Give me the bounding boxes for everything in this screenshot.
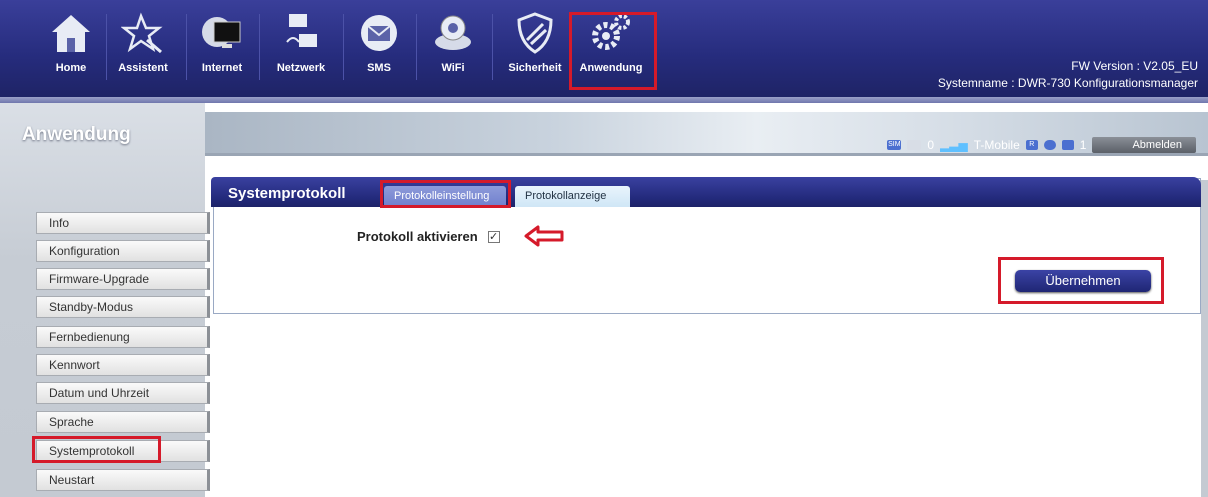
nav-anwendung[interactable]: Anwendung — [576, 8, 646, 88]
globe-monitor-icon — [202, 17, 241, 48]
sidebar-item-datum-und-uhrzeit[interactable]: Datum und Uhrzeit — [36, 382, 210, 404]
sidebar-item-sprache[interactable]: Sprache — [36, 411, 210, 433]
sidebar-item-firmware-upgrade[interactable]: Firmware-Upgrade — [36, 268, 210, 290]
gears-icon — [592, 14, 630, 50]
log-enable-checkbox[interactable]: ✓ — [487, 230, 500, 243]
nav-home-label: Home — [55, 62, 87, 74]
nav-internet[interactable]: Internet — [195, 8, 249, 88]
nav-netzwerk-label: Netzwerk — [276, 62, 326, 74]
sidebar-item-systemprotokoll[interactable]: Systemprotokoll — [36, 440, 210, 462]
sms-icon — [907, 140, 922, 150]
header-info: FW Version : V2.05_EU Systemname : DWR-7… — [938, 58, 1198, 92]
nav-divider — [259, 14, 260, 80]
fw-version: FW Version : V2.05_EU — [1071, 59, 1198, 73]
globe-icon — [1043, 140, 1056, 150]
nav-home[interactable]: Home — [44, 8, 98, 88]
nav-divider — [416, 14, 417, 80]
nav-assistent[interactable]: Assistent — [110, 8, 176, 88]
sidebar-item-neustart[interactable]: Neustart — [36, 469, 210, 491]
wizard-icon — [121, 12, 163, 54]
nav-divider — [492, 14, 493, 80]
nav-sms-label: SMS — [367, 62, 391, 74]
sms-count: 0 — [927, 138, 935, 152]
nav-sicherheit[interactable]: Sicherheit — [502, 8, 568, 88]
network-icon — [286, 14, 317, 47]
sidebar-item-konfiguration[interactable]: Konfiguration — [36, 240, 210, 262]
nav-divider — [570, 14, 571, 80]
log-enable-row: Protokoll aktivieren ✓ — [357, 229, 500, 244]
nav-assistent-label: Assistent — [118, 62, 168, 74]
clients-count: 1 — [1079, 138, 1087, 152]
nav-wifi[interactable]: WiFi — [426, 8, 480, 88]
nav-divider — [186, 14, 187, 80]
nav-sms[interactable]: SMS — [352, 8, 406, 88]
sidebar-item-fernbedienung[interactable]: Fernbedienung — [36, 326, 210, 348]
arrow-left-icon — [524, 225, 564, 247]
system-name: Systemname : DWR-730 Konfigurationsmanag… — [937, 76, 1198, 90]
nav-divider — [343, 14, 344, 80]
signal-icon: ▂▃▅ — [940, 138, 968, 152]
right-border — [1201, 180, 1208, 497]
nav-netzwerk[interactable]: Netzwerk — [268, 8, 334, 88]
shield-icon — [517, 12, 553, 54]
wifi-router-icon — [435, 15, 471, 50]
status-bar: SIM 0 ▂▃▅ T-Mobile R 1 Abmelden — [887, 137, 1196, 153]
roaming-icon: R — [1025, 140, 1038, 150]
home-icon — [52, 15, 90, 52]
nav-internet-label: Internet — [201, 62, 243, 74]
sidebar-title: Anwendung — [22, 124, 131, 145]
sidebar-item-standby-modus[interactable]: Standby-Modus — [36, 296, 210, 318]
sidebar-item-kennwort[interactable]: Kennwort — [36, 354, 210, 376]
envelope-icon — [361, 15, 397, 51]
log-enable-label: Protokoll aktivieren — [357, 229, 478, 244]
nav-sicherheit-label: Sicherheit — [508, 62, 562, 74]
apply-button[interactable]: Übernehmen — [1015, 270, 1151, 292]
panel-title: Systemprotokoll — [228, 185, 346, 202]
sim-icon: SIM — [887, 140, 902, 150]
carrier-name: T-Mobile — [973, 138, 1020, 152]
nav-anwendung-label: Anwendung — [579, 62, 643, 74]
panel-header — [211, 177, 1201, 207]
tab-protokollanzeige[interactable]: Protokollanzeige — [515, 186, 630, 207]
logout-button[interactable]: Abmelden — [1092, 137, 1196, 153]
nav-divider — [106, 14, 107, 80]
tab-protokolleinstellung[interactable]: Protokolleinstellung — [384, 186, 506, 207]
sidebar-item-info[interactable]: Info — [36, 212, 210, 234]
nav-wifi-label: WiFi — [441, 62, 465, 74]
clients-icon — [1061, 140, 1074, 150]
